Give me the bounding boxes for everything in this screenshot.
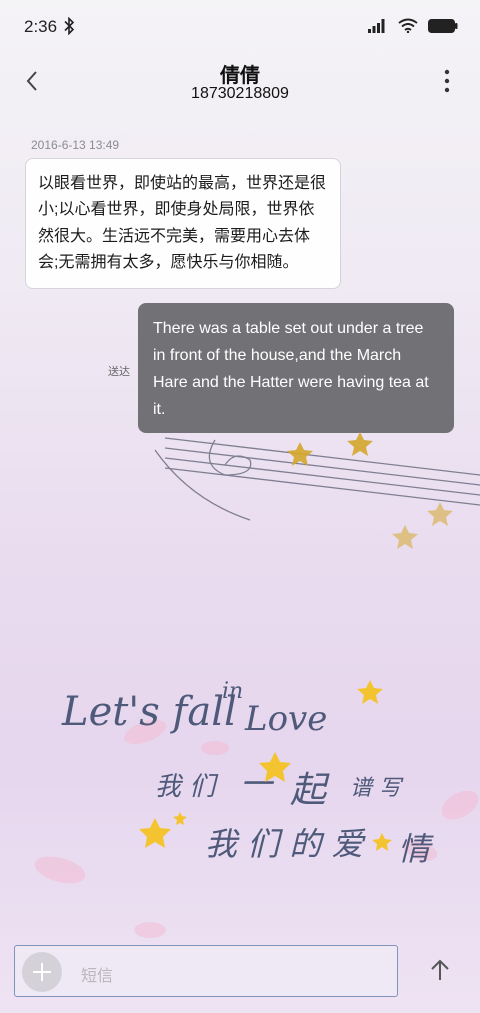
message-input[interactable]: 短信 [81, 962, 113, 986]
more-vertical-icon[interactable] [440, 68, 454, 94]
wallpaper-text-in: in [222, 679, 243, 704]
wifi-icon [398, 18, 418, 33]
incoming-message-bubble[interactable]: 以眼看世界，即使站的最高，世界还是很小;以心看世界，即使身处局限，世界依然很大。… [25, 158, 341, 289]
wallpaper-text-cn1c: 起 [290, 770, 330, 811]
contact-number: 18730218809 [191, 85, 289, 102]
add-attachment-button[interactable] [22, 952, 62, 992]
wallpaper-text-cn2: 我 们 的 爱 [205, 825, 367, 863]
wallpaper-text-line1: Let's fall [61, 689, 237, 735]
outgoing-message-bubble[interactable]: There was a table set out under a tree i… [138, 303, 454, 433]
wallpaper-text-cn2-end: 情 [398, 830, 434, 868]
delivery-status: 送达 [108, 366, 130, 378]
wallpaper-text-cn1a: 我 们 [155, 772, 219, 802]
signal-icon [368, 18, 385, 33]
conversation-header: 倩倩 18730218809 [0, 54, 480, 118]
wallpaper-text-cn1d: 谱 写 [350, 776, 404, 801]
wallpaper-illustration: Let's fall in Love 我 们 一 起 谱 写 我 们 的 爱 情 [34, 432, 480, 938]
message-composer: 短信 [14, 945, 398, 997]
bluetooth-icon [64, 17, 75, 35]
star-decoration [287, 432, 453, 549]
status-bar: 2:36 [0, 0, 480, 54]
battery-icon [428, 18, 458, 33]
message-timestamp: 2016-6-13 13:49 [31, 138, 120, 152]
status-time: 2:36 [24, 17, 58, 36]
wallpaper-text-love: Love [244, 699, 327, 739]
send-arrow-icon[interactable] [426, 956, 454, 984]
contact-name: 倩倩 [220, 65, 260, 87]
music-staff [154, 437, 480, 521]
outgoing-message-text: There was a table set out under a tree i… [153, 320, 429, 418]
incoming-message-text: 以眼看世界，即使站的最高，世界还是很小;以心看世界，即使身处局限，世界依然很大。… [38, 174, 327, 272]
